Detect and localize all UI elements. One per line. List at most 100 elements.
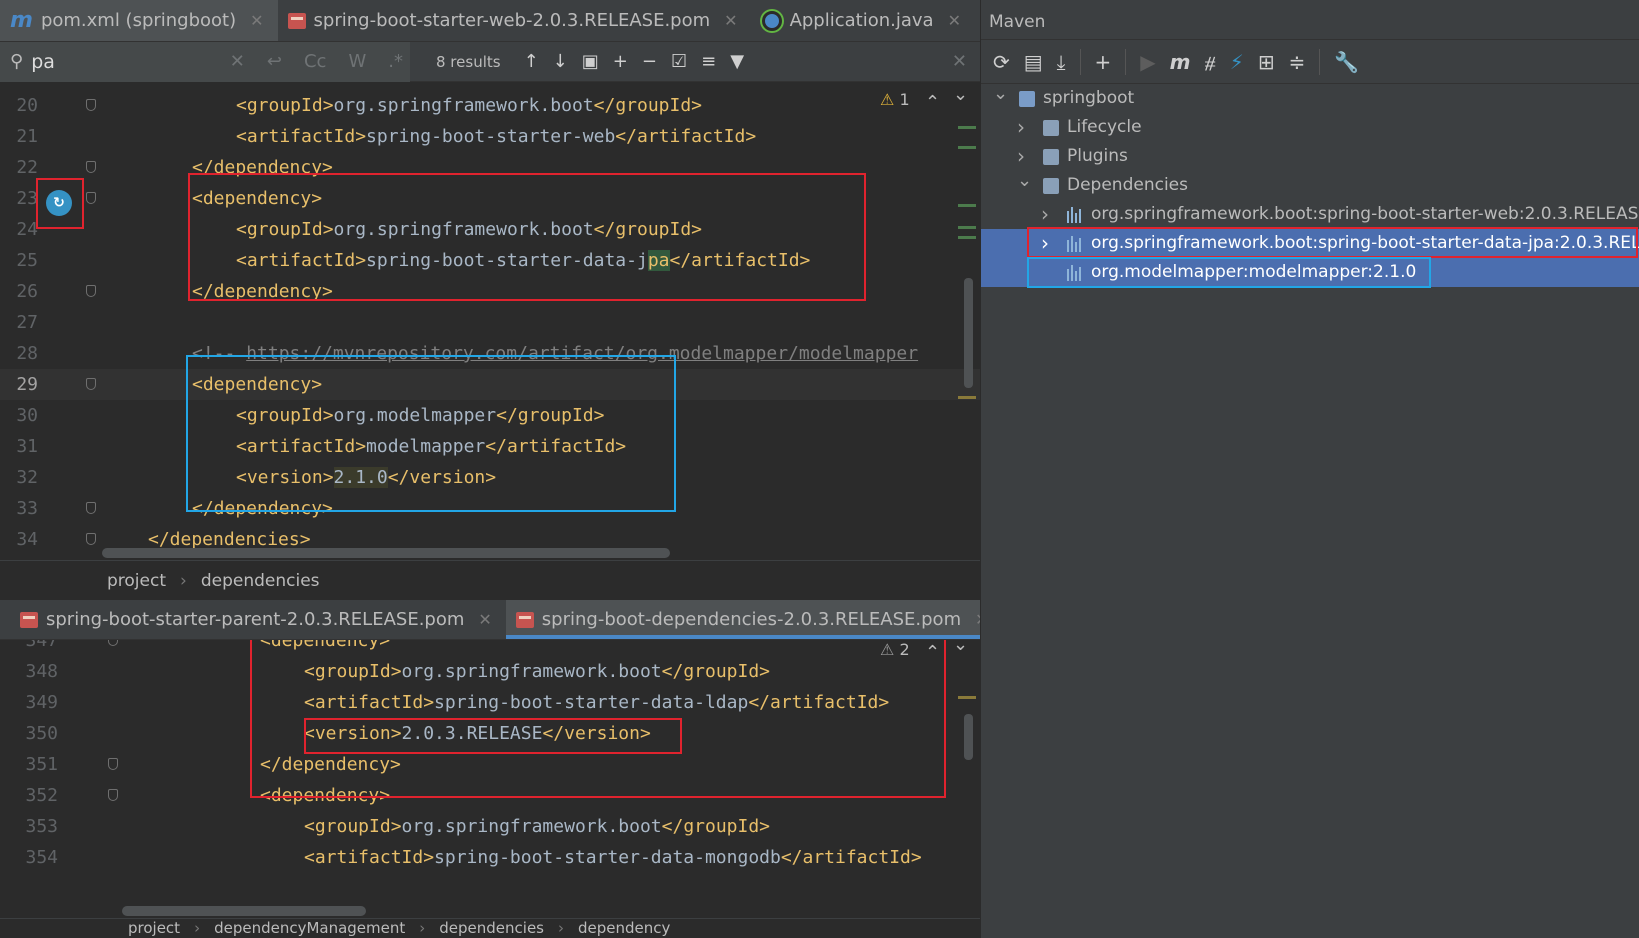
toggle-offline-icon[interactable]: ⧣ — [1205, 50, 1216, 74]
warning-indicator[interactable]: ⚠ 2 — [880, 640, 910, 659]
regex-toggle[interactable]: .* — [381, 51, 410, 72]
generate-sources-icon[interactable]: ▤ — [1024, 50, 1043, 74]
chevron-right-icon[interactable]: › — [1041, 200, 1049, 229]
error-stripe-mark[interactable] — [958, 226, 976, 229]
maven-tree-item[interactable]: › Plugins — [981, 142, 1639, 171]
breadcrumb-item[interactable]: project — [107, 571, 166, 591]
add-icon[interactable]: + — [1095, 50, 1112, 74]
annotation-blue-box — [1027, 257, 1431, 288]
tab-dependencies-pom[interactable]: spring-boot-dependencies-2.0.3.RELEASE.p… — [505, 600, 1003, 639]
fold-marker-icon[interactable] — [86, 502, 96, 514]
code-line[interactable]: 353 <groupId>org.springframework.boot</gr… — [0, 811, 980, 842]
code-token: <artifactId> — [304, 847, 435, 868]
vertical-scrollbar[interactable] — [964, 714, 973, 760]
code-editor-top[interactable]: 20 <groupId>org.springframework.boot</gro… — [0, 82, 980, 560]
remove-occurrence-icon[interactable]: − — [635, 51, 664, 72]
fold-marker-icon[interactable] — [86, 533, 96, 545]
previous-highlight-icon[interactable]: ⌃ — [925, 92, 940, 113]
error-stripe-mark[interactable] — [958, 396, 976, 399]
breadcrumb-item[interactable]: project — [128, 919, 180, 937]
breadcrumb-item[interactable]: dependency — [578, 919, 670, 937]
code-line[interactable]: 20 <groupId>org.springframework.boot</gro… — [0, 90, 980, 121]
filter-options-icon[interactable]: ≡ — [694, 51, 723, 72]
search-input[interactable]: ⚲ pa ✕ ↩ Cc W .* — [0, 41, 410, 82]
tab-application-java[interactable]: Application.java ✕ — [752, 0, 975, 41]
clear-icon[interactable]: ✕ — [223, 51, 252, 72]
annotation-red-box — [304, 718, 682, 754]
close-icon[interactable]: ✕ — [478, 610, 491, 629]
settings-icon[interactable]: 🔧 — [1334, 50, 1359, 74]
fold-marker-icon[interactable] — [86, 192, 96, 204]
toolbar-separator — [1319, 48, 1321, 75]
line-number: 354 — [25, 847, 58, 868]
line-number: 347 — [25, 640, 58, 651]
previous-highlight-icon[interactable]: ⌃ — [925, 642, 940, 663]
error-stripe-mark[interactable] — [958, 236, 976, 239]
fold-marker-icon[interactable] — [108, 789, 118, 801]
error-stripe-mark[interactable] — [958, 126, 976, 129]
skip-tests-icon[interactable]: ⚡ — [1230, 50, 1244, 74]
error-stripe-mark[interactable] — [958, 696, 976, 699]
breadcrumb-item[interactable]: dependencies — [201, 571, 320, 591]
chevron-right-icon[interactable]: › — [1017, 113, 1025, 142]
chevron-down-icon[interactable]: ⌄ — [993, 79, 1008, 108]
chevron-down-icon[interactable]: ⌄ — [1017, 166, 1032, 195]
tab-pom-xml[interactable]: m pom.xml (springboot) ✕ — [0, 0, 278, 41]
code-line[interactable]: 21 <artifactId>spring-boot-starter-web</a… — [0, 121, 980, 152]
add-occurrence-icon[interactable]: + — [606, 51, 635, 72]
maven-tree-item[interactable]: ⌄ Dependencies — [981, 170, 1639, 200]
horizontal-scrollbar[interactable] — [102, 548, 670, 558]
toolbar-separator — [1125, 48, 1127, 75]
fold-marker-icon[interactable] — [86, 161, 96, 173]
words-toggle[interactable]: W — [341, 51, 373, 72]
code-line[interactable]: 354 <artifactId>spring-boot-starter-data-… — [0, 842, 980, 873]
close-icon[interactable]: ✕ — [724, 11, 737, 30]
tab-starter-parent-pom[interactable]: spring-boot-starter-parent-2.0.3.RELEASE… — [0, 600, 506, 639]
close-icon[interactable]: ✕ — [948, 11, 961, 30]
active-tab-indicator — [505, 635, 1003, 639]
tab-starter-web-pom[interactable]: spring-boot-starter-web-2.0.3.RELEASE.po… — [278, 0, 752, 41]
reload-icon[interactable]: ⟳ — [993, 50, 1010, 74]
filter-icon[interactable]: ▼ — [723, 51, 751, 72]
breadcrumb: project › dependencyManagement › dependencie… — [0, 918, 980, 938]
maven-tree-item[interactable]: › Lifecycle — [981, 113, 1639, 142]
line-number: 32 — [16, 467, 38, 488]
search-term[interactable]: pa — [31, 51, 215, 73]
select-all-occurrences-icon[interactable]: ▣ — [575, 51, 606, 72]
load-maven-changes-icon[interactable]: ↻ — [46, 190, 72, 216]
fold-marker-icon[interactable] — [86, 99, 96, 111]
close-find-icon[interactable]: ✕ — [945, 51, 974, 72]
code-token: org.springframework.boot — [333, 95, 594, 116]
previous-occurrence-icon[interactable]: ↑ — [517, 51, 546, 72]
maven-tree-item[interactable]: › org.springframework.boot:spring-boot-st… — [981, 200, 1639, 229]
close-icon[interactable]: ✕ — [250, 11, 263, 30]
next-occurrence-icon[interactable]: ↓ — [546, 51, 575, 72]
breadcrumb-item[interactable]: dependencyManagement — [214, 919, 405, 937]
execute-goal-icon[interactable]: m — [1170, 50, 1191, 74]
fold-marker-icon[interactable] — [86, 378, 96, 390]
collapse-icon[interactable]: ≑ — [1289, 50, 1306, 74]
maven-tree[interactable]: ⌄ springboot › Lifecycle › Plugins ⌄ Dependenci… — [981, 83, 1639, 924]
maven-tree-item[interactable]: ⌄ springboot — [981, 83, 1639, 113]
breadcrumb-item[interactable]: dependencies — [439, 919, 544, 937]
editor-tabbar-bottom: spring-boot-starter-parent-2.0.3.RELEASE… — [0, 600, 1003, 640]
next-highlight-icon[interactable]: ⌄ — [953, 84, 968, 105]
error-stripe-mark[interactable] — [958, 204, 976, 207]
fold-marker-icon[interactable] — [108, 758, 118, 770]
code-editor-bottom[interactable]: 347 <dependency> 348 <groupId>org.springfra… — [0, 640, 980, 918]
next-highlight-icon[interactable]: ⌄ — [953, 640, 968, 655]
history-icon[interactable]: ↩ — [260, 51, 289, 72]
vertical-scrollbar[interactable] — [964, 278, 973, 388]
match-case-toggle[interactable]: Cc — [297, 51, 333, 72]
select-all-icon[interactable]: ☑ — [664, 51, 694, 72]
download-icon[interactable]: ⤓ — [1057, 50, 1066, 74]
line-number: 24 — [16, 219, 38, 240]
run-icon[interactable]: ▶ — [1140, 50, 1155, 74]
horizontal-scrollbar[interactable] — [122, 906, 366, 916]
show-diagram-icon[interactable]: ⊞ — [1258, 50, 1275, 74]
error-stripe-mark[interactable] — [958, 146, 976, 149]
line-number: 33 — [16, 498, 38, 519]
warning-indicator[interactable]: ⚠ 1 — [880, 90, 910, 109]
code-line[interactable]: 27 — [0, 307, 980, 338]
fold-marker-icon[interactable] — [86, 285, 96, 297]
